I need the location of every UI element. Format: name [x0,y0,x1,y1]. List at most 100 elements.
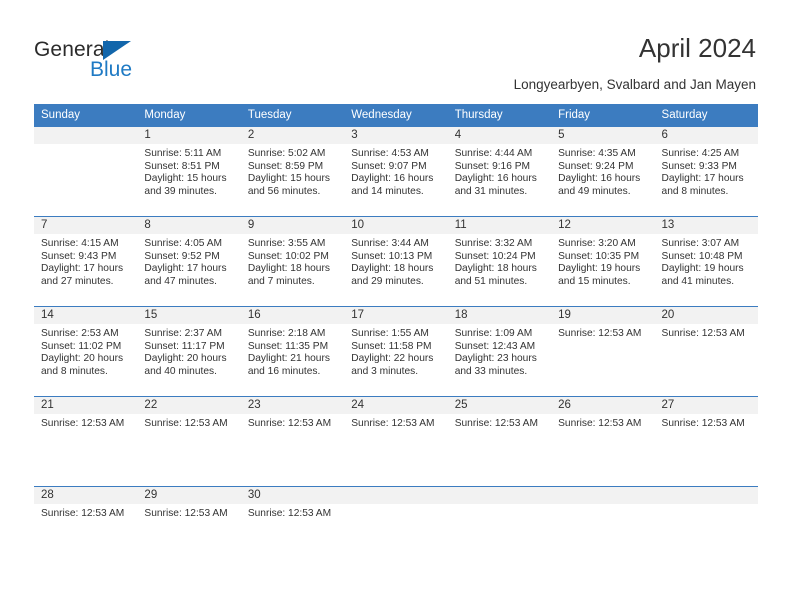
day-number: 11 [447,217,552,234]
calendar-day-cell[interactable]: 2 Sunrise: 5:02 AM Sunset: 8:59 PM Daylight… [240,126,345,217]
weekday-header-saturday: Saturday [654,104,758,127]
day-details: Sunrise: 12:53 AM [241,414,344,431]
day-detail-line: Sunrise: 2:53 AM [41,328,119,339]
day-detail-line: Sunrise: 4:53 AM [351,148,429,159]
calendar-day-cell[interactable]: 19 Sunrise: 12:53 AM [551,306,655,397]
calendar-empty-cell [654,486,758,576]
day-number: 5 [551,127,655,144]
calendar-day-cell[interactable]: 7 Sunrise: 4:15 AM Sunset: 9:43 PM Daylight… [34,216,138,307]
day-details: Sunrise: 4:15 AM Sunset: 9:43 PM Daylight:… [34,234,137,288]
weekday-header-friday: Friday [551,104,655,127]
calendar-week-row: 1 Sunrise: 5:11 AM Sunset: 8:51 PM Daylight… [34,126,758,217]
day-detail-line: and 33 minutes. [454,365,528,377]
calendar-day-cell[interactable]: 12 Sunrise: 3:20 AM Sunset: 10:35 PM Daylig… [551,216,655,307]
brand-logo[interactable]: General Blue [34,38,194,84]
calendar-day-cell[interactable]: 22 Sunrise: 12:53 AM [137,396,241,487]
day-detail-line: Daylight: 17 hours [144,263,227,275]
day-number: 23 [240,397,345,414]
day-detail-line: Daylight: 22 hours [351,353,434,365]
day-detail-line: Daylight: 20 hours [41,353,124,365]
calendar-day-cell[interactable]: 26 Sunrise: 12:53 AM [551,396,655,487]
day-detail-line: Sunrise: 12:53 AM [41,418,125,429]
day-detail-line: Sunset: 9:33 PM [661,160,737,172]
day-details: Sunrise: 4:53 AM Sunset: 9:07 PM Daylight:… [344,144,447,198]
calendar-day-cell[interactable]: 17 Sunrise: 1:55 AM Sunset: 11:58 PM Daylig… [344,306,448,397]
day-detail-line: Daylight: 18 hours [454,263,537,275]
day-detail-line: Daylight: 20 hours [144,353,227,365]
day-details: Sunrise: 12:53 AM [551,324,654,341]
day-detail-line: Sunset: 11:58 PM [351,340,432,352]
day-detail-line: Sunrise: 12:53 AM [558,328,642,339]
weekday-header-sunday: Sunday [34,104,138,127]
day-detail-line: Daylight: 15 hours [144,173,227,185]
day-detail-line: Sunrise: 12:53 AM [247,418,332,429]
day-details: Sunrise: 12:53 AM [137,414,240,431]
day-detail-line: Sunset: 11:17 PM [144,340,225,352]
calendar-day-cell[interactable]: 30 Sunrise: 12:53 AM [240,486,345,576]
day-number: 8 [137,217,241,234]
calendar-day-cell[interactable]: 16 Sunrise: 2:18 AM Sunset: 11:35 PM Daylig… [240,306,345,397]
calendar-empty-cell [551,486,655,576]
day-details: Sunrise: 12:53 AM [448,414,551,431]
calendar-day-cell[interactable]: 20 Sunrise: 12:53 AM [654,306,758,397]
day-detail-line: Sunrise: 3:55 AM [247,238,326,249]
day-details: Sunrise: 1:55 AM Sunset: 11:58 PM Daylight… [344,324,447,378]
calendar-day-cell[interactable]: 6 Sunrise: 4:25 AM Sunset: 9:33 PM Daylight… [654,126,758,217]
day-detail-line: Sunrise: 4:44 AM [454,148,533,159]
day-detail-line: Sunrise: 12:53 AM [247,508,332,519]
day-number: 9 [240,217,345,234]
calendar-day-cell[interactable]: 21 Sunrise: 12:53 AM [34,396,138,487]
day-number: 14 [34,307,138,324]
calendar-day-cell[interactable]: 3 Sunrise: 4:53 AM Sunset: 9:07 PM Daylight… [344,126,448,217]
day-details: Sunrise: 12:53 AM [34,504,137,521]
calendar-day-cell[interactable]: 5 Sunrise: 4:35 AM Sunset: 9:24 PM Daylight… [551,126,655,217]
day-detail-line: and 7 minutes. [247,275,315,287]
day-number: 4 [447,127,552,144]
day-detail-line: Sunrise: 4:05 AM [144,238,223,249]
day-detail-line: and 31 minutes. [454,185,528,197]
calendar-day-cell[interactable]: 4 Sunrise: 4:44 AM Sunset: 9:16 PM Daylight… [447,126,552,217]
day-detail-line: and 39 minutes. [144,185,217,197]
calendar-day-cell[interactable]: 18 Sunrise: 1:09 AM Sunset: 12:43 AM Daylig… [447,306,552,397]
calendar-week-row: 21 Sunrise: 12:53 AM 22 Sunrise: 12:53 AM 23… [34,396,758,487]
calendar-day-cell[interactable]: 15 Sunrise: 2:37 AM Sunset: 11:17 PM Daylig… [137,306,241,397]
calendar-day-cell[interactable]: 11 Sunrise: 3:32 AM Sunset: 10:24 PM Daylig… [447,216,552,307]
day-detail-line: Sunset: 8:59 PM [247,160,324,172]
calendar-day-cell[interactable]: 10 Sunrise: 3:44 AM Sunset: 10:13 PM Daylig… [344,216,448,307]
day-number: 13 [654,217,758,234]
calendar-day-cell[interactable]: 1 Sunrise: 5:11 AM Sunset: 8:51 PM Daylight… [137,126,241,217]
calendar-day-cell[interactable]: 24 Sunrise: 12:53 AM [344,396,448,487]
calendar-day-cell[interactable]: 25 Sunrise: 12:53 AM [447,396,552,487]
day-details: Sunrise: 12:53 AM [655,414,758,431]
day-detail-line: Sunrise: 12:53 AM [41,508,125,519]
calendar-day-cell[interactable]: 8 Sunrise: 4:05 AM Sunset: 9:52 PM Daylight… [137,216,241,307]
day-number: 20 [654,307,758,324]
day-details: Sunrise: 4:05 AM Sunset: 9:52 PM Daylight:… [137,234,240,288]
day-detail-line: Daylight: 23 hours [454,353,537,365]
day-detail-line: Sunset: 9:24 PM [558,160,634,172]
calendar-day-cell[interactable]: 28 Sunrise: 12:53 AM [34,486,138,576]
calendar-day-cell[interactable]: 13 Sunrise: 3:07 AM Sunset: 10:48 PM Daylig… [654,216,758,307]
day-number [447,487,552,504]
calendar-day-cell[interactable]: 23 Sunrise: 12:53 AM [240,396,345,487]
day-number: 19 [551,307,655,324]
day-detail-line: Sunrise: 5:02 AM [247,148,326,159]
day-detail-line: Sunrise: 3:20 AM [558,238,636,249]
calendar-day-cell[interactable]: 27 Sunrise: 12:53 AM [654,396,758,487]
calendar-week-row: 7 Sunrise: 4:15 AM Sunset: 9:43 PM Daylight… [34,216,758,307]
day-details: Sunrise: 3:55 AM Sunset: 10:02 PM Daylight… [241,234,344,288]
day-number [344,487,448,504]
day-detail-line: Sunset: 11:35 PM [247,340,329,352]
day-detail-line: and 8 minutes. [661,185,729,197]
calendar-day-cell[interactable]: 9 Sunrise: 3:55 AM Sunset: 10:02 PM Dayligh… [240,216,345,307]
day-detail-line: Sunrise: 12:53 AM [454,418,538,429]
calendar-day-cell[interactable]: 29 Sunrise: 12:53 AM [137,486,241,576]
day-detail-line: Daylight: 18 hours [351,263,434,275]
day-detail-line: Daylight: 16 hours [351,173,434,185]
calendar-day-cell[interactable]: 14 Sunrise: 2:53 AM Sunset: 11:02 PM Daylig… [34,306,138,397]
day-details: Sunrise: 12:53 AM [34,414,137,431]
weekday-header-monday: Monday [137,104,241,127]
day-number [654,487,758,504]
day-detail-line: and 41 minutes. [661,275,735,287]
day-number: 24 [344,397,448,414]
